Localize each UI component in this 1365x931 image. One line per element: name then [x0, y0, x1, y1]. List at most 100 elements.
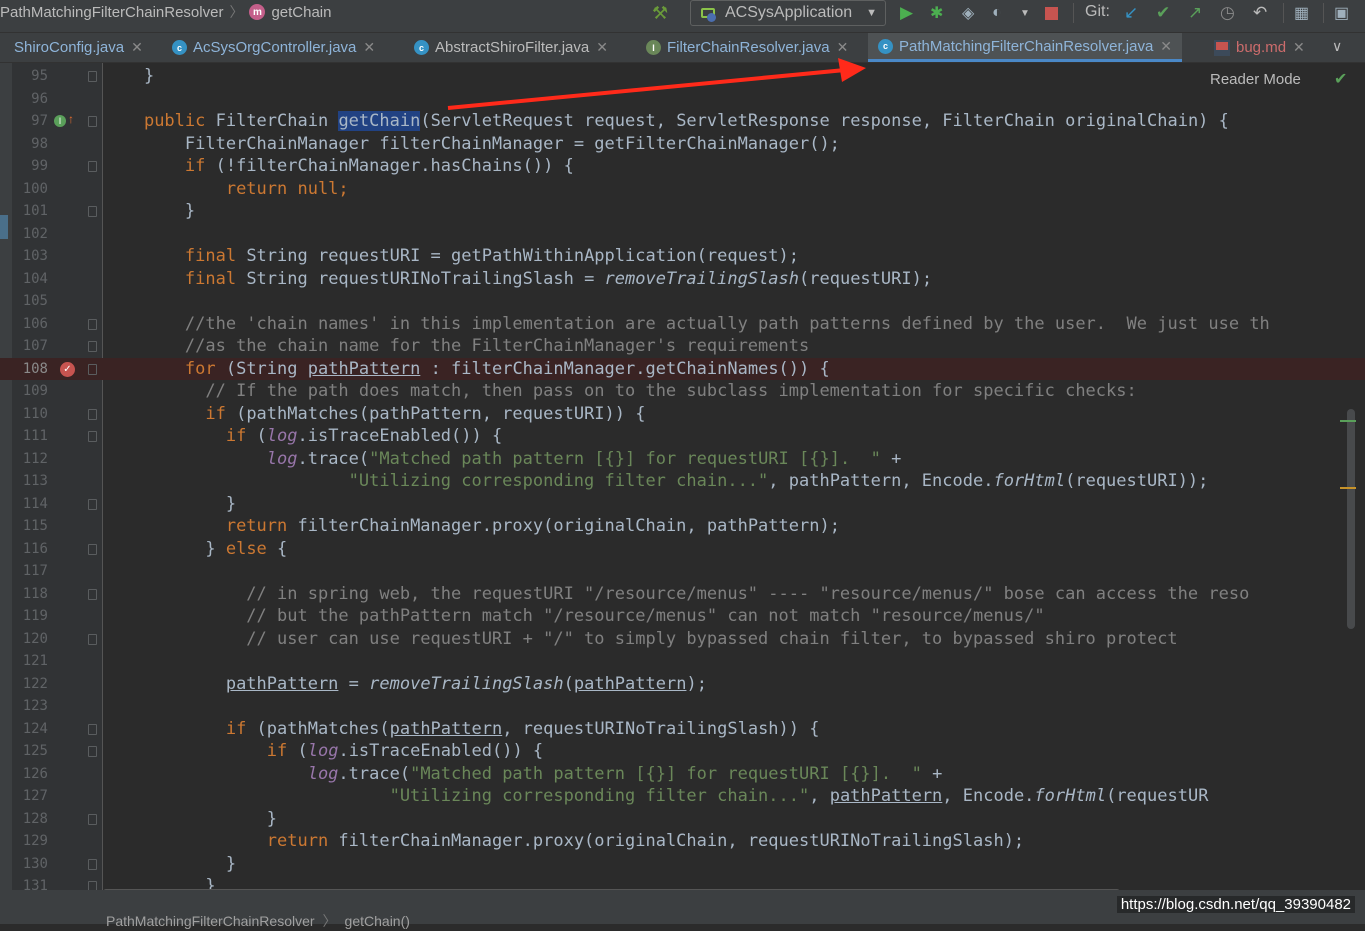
- code-text[interactable]: if (log.isTraceEnabled()) {: [103, 425, 502, 448]
- code-line[interactable]: 96: [0, 88, 1365, 111]
- code-line[interactable]: 131 }: [0, 875, 1365, 890]
- tab-bug-md[interactable]: bug.md ✕: [1208, 33, 1305, 62]
- fold-marker-icon[interactable]: [88, 858, 97, 870]
- fold-marker-icon[interactable]: [88, 498, 97, 510]
- stop-icon[interactable]: [1044, 4, 1058, 22]
- line-number[interactable]: 125: [12, 740, 48, 763]
- code-line[interactable]: 101 }: [0, 200, 1365, 223]
- close-icon[interactable]: ✕: [1160, 38, 1172, 55]
- profile-icon[interactable]: ◐: [992, 4, 1002, 22]
- line-number[interactable]: 119: [12, 605, 48, 628]
- code-text[interactable]: if (pathMatches(pathPattern, requestURI)…: [103, 403, 645, 426]
- tab-acsysorgcontroller[interactable]: c AcSysOrgController.java ✕: [162, 33, 375, 62]
- line-number[interactable]: 124: [12, 718, 48, 741]
- line-number[interactable]: 130: [12, 853, 48, 876]
- code-line[interactable]: 105: [0, 290, 1365, 313]
- breadcrumb-class[interactable]: PathMatchingFilterChainResolver: [106, 913, 315, 929]
- code-line[interactable]: 126 log.trace("Matched path pattern [{}]…: [0, 763, 1365, 786]
- line-number[interactable]: 108: [12, 358, 48, 381]
- line-number[interactable]: 107: [12, 335, 48, 358]
- line-number[interactable]: 115: [12, 515, 48, 538]
- line-number[interactable]: 104: [12, 268, 48, 291]
- breakpoint-icon[interactable]: ✓: [60, 361, 75, 377]
- close-icon[interactable]: ✕: [837, 39, 849, 56]
- code-text[interactable]: log.trace("Matched path pattern [{}] for…: [103, 763, 943, 786]
- fold-marker-icon[interactable]: [88, 813, 97, 825]
- code-line[interactable]: 120 // user can use requestURI + "/" to …: [0, 628, 1365, 651]
- code-text[interactable]: }: [103, 808, 277, 831]
- code-line[interactable]: 109 // If the path does match, then pass…: [0, 380, 1365, 403]
- code-text[interactable]: } else {: [103, 538, 287, 561]
- code-text[interactable]: "Utilizing corresponding filter chain...…: [103, 785, 1209, 808]
- tab-abstractshirofilter[interactable]: c AbstractShiroFilter.java ✕: [404, 33, 642, 62]
- code-text[interactable]: // in spring web, the requestURI "/resou…: [103, 583, 1249, 606]
- code-line[interactable]: 121: [0, 650, 1365, 673]
- fold-marker-icon[interactable]: [88, 431, 97, 442]
- line-number[interactable]: 127: [12, 785, 48, 808]
- code-line[interactable]: 118 // in spring web, the requestURI "/r…: [0, 583, 1365, 606]
- code-line[interactable]: 99 if (!filterChainManager.hasChains()) …: [0, 155, 1365, 178]
- line-number[interactable]: 110: [12, 403, 48, 426]
- tab-shiroconfig[interactable]: ShiroConfig.java ✕: [0, 33, 143, 62]
- chevron-down-icon[interactable]: ▼: [1020, 4, 1030, 22]
- fold-marker-icon[interactable]: [88, 363, 97, 375]
- code-text[interactable]: // but the pathPattern match "/resource/…: [103, 605, 1044, 628]
- run-panel-icon[interactable]: ▣: [1334, 4, 1349, 22]
- line-number[interactable]: 97: [12, 110, 48, 133]
- code-line[interactable]: 106 //the 'chain names' in this implemen…: [0, 313, 1365, 336]
- line-number[interactable]: 117: [12, 560, 48, 583]
- chevron-down-icon[interactable]: ∨: [1332, 38, 1342, 55]
- fold-marker-icon[interactable]: [88, 318, 97, 330]
- code-line[interactable]: 117: [0, 560, 1365, 583]
- code-text[interactable]: //as the chain name for the FilterChainM…: [103, 335, 809, 358]
- code-text[interactable]: if (log.isTraceEnabled()) {: [103, 740, 543, 763]
- line-number[interactable]: 111: [12, 425, 48, 448]
- git-commit-icon[interactable]: ✔: [1156, 3, 1170, 22]
- implements-method-icon[interactable]: I: [54, 115, 66, 127]
- code-text[interactable]: if (pathMatches(pathPattern, requestURIN…: [103, 718, 820, 741]
- project-structure-icon[interactable]: ▦: [1294, 4, 1309, 22]
- code-line[interactable]: 107 //as the chain name for the FilterCh…: [0, 335, 1365, 358]
- line-number[interactable]: 113: [12, 470, 48, 493]
- line-number[interactable]: 98: [12, 133, 48, 156]
- code-line[interactable]: 130 }: [0, 853, 1365, 876]
- hammer-icon[interactable]: ⚒: [652, 3, 668, 23]
- line-number[interactable]: 116: [12, 538, 48, 561]
- code-line[interactable]: 98 FilterChainManager filterChainManager…: [0, 133, 1365, 156]
- run-icon[interactable]: ▶: [900, 3, 913, 22]
- fold-marker-icon[interactable]: [88, 746, 97, 757]
- code-text[interactable]: final String requestURI = getPathWithinA…: [103, 245, 799, 268]
- code-line[interactable]: 108 ✓ for (String pathPattern : filterCha…: [0, 357, 1365, 381]
- fold-marker-icon[interactable]: [88, 341, 97, 352]
- code-text[interactable]: public FilterChain getChain(ServletReque…: [103, 110, 1229, 133]
- code-line[interactable]: 129 return filterChainManager.proxy(orig…: [0, 830, 1365, 853]
- line-number[interactable]: 114: [12, 493, 48, 516]
- code-line[interactable]: 103 final String requestURI = getPathWit…: [0, 245, 1365, 268]
- line-number[interactable]: 103: [12, 245, 48, 268]
- code-line[interactable]: 128 }: [0, 808, 1365, 831]
- fold-marker-icon[interactable]: [88, 633, 97, 645]
- line-number[interactable]: 99: [12, 155, 48, 178]
- code-line[interactable]: 114 }: [0, 493, 1365, 516]
- code-line[interactable]: 124 if (pathMatches(pathPattern, request…: [0, 718, 1365, 741]
- code-text[interactable]: for (String pathPattern : filterChainMan…: [103, 358, 830, 381]
- tab-filterchainresolver[interactable]: I FilterChainResolver.java ✕: [636, 33, 848, 62]
- fold-marker-icon[interactable]: [88, 71, 97, 82]
- fold-marker-icon[interactable]: [88, 881, 97, 890]
- code-text[interactable]: FilterChainManager filterChainManager = …: [103, 133, 840, 156]
- code-text[interactable]: pathPattern = removeTrailingSlash(pathPa…: [103, 673, 707, 696]
- line-number[interactable]: 105: [12, 290, 48, 313]
- code-text[interactable]: return filterChainManager.proxy(original…: [103, 830, 1024, 853]
- code-line[interactable]: 127 "Utilizing corresponding filter chai…: [0, 785, 1365, 808]
- fold-marker-icon[interactable]: [88, 161, 97, 172]
- code-line[interactable]: 112 log.trace("Matched path pattern [{}]…: [0, 448, 1365, 471]
- line-number[interactable]: 120: [12, 628, 48, 651]
- fold-marker-icon[interactable]: [88, 408, 97, 420]
- close-icon[interactable]: ✕: [1293, 39, 1305, 56]
- fold-marker-icon[interactable]: [88, 723, 97, 735]
- code-line[interactable]: 110 if (pathMatches(pathPattern, request…: [0, 403, 1365, 426]
- code-text[interactable]: return null;: [103, 178, 349, 201]
- code-line[interactable]: 104 final String requestURINoTrailingSla…: [0, 268, 1365, 291]
- history-icon[interactable]: ◷: [1220, 3, 1235, 22]
- code-text[interactable]: //the 'chain names' in this implementati…: [103, 313, 1270, 336]
